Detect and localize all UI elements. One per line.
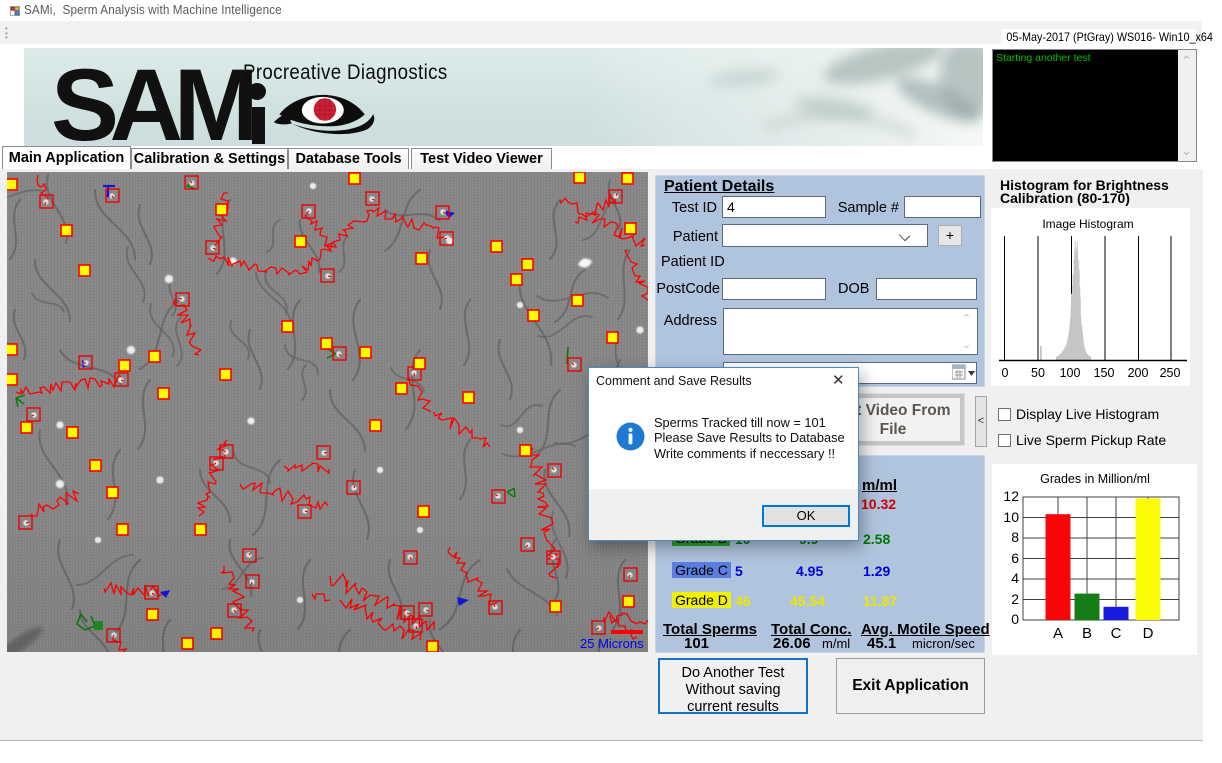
svg-text:25 Microns: 25 Microns: [580, 636, 644, 651]
svg-text:150: 150: [1094, 366, 1115, 380]
svg-text:8: 8: [1011, 529, 1019, 545]
svg-text:A: A: [1053, 625, 1063, 642]
svg-text:50: 50: [1031, 366, 1045, 380]
svg-text:C: C: [1111, 625, 1122, 642]
svg-text:200: 200: [1128, 366, 1149, 380]
svg-text:100: 100: [1060, 366, 1081, 380]
svg-text:2: 2: [1011, 591, 1019, 607]
svg-text:Grades in Million/ml: Grades in Million/ml: [1040, 472, 1150, 486]
svg-text:Image Histogram: Image Histogram: [1042, 217, 1133, 231]
svg-text:0: 0: [1011, 611, 1019, 627]
svg-text:250: 250: [1160, 366, 1181, 380]
svg-text:10: 10: [1003, 509, 1019, 525]
svg-text:B: B: [1082, 625, 1092, 642]
svg-text:12: 12: [1003, 488, 1019, 504]
svg-text:4: 4: [1011, 570, 1019, 586]
svg-text:6: 6: [1011, 550, 1019, 566]
svg-text:0: 0: [1002, 366, 1009, 380]
svg-text:D: D: [1143, 625, 1154, 642]
